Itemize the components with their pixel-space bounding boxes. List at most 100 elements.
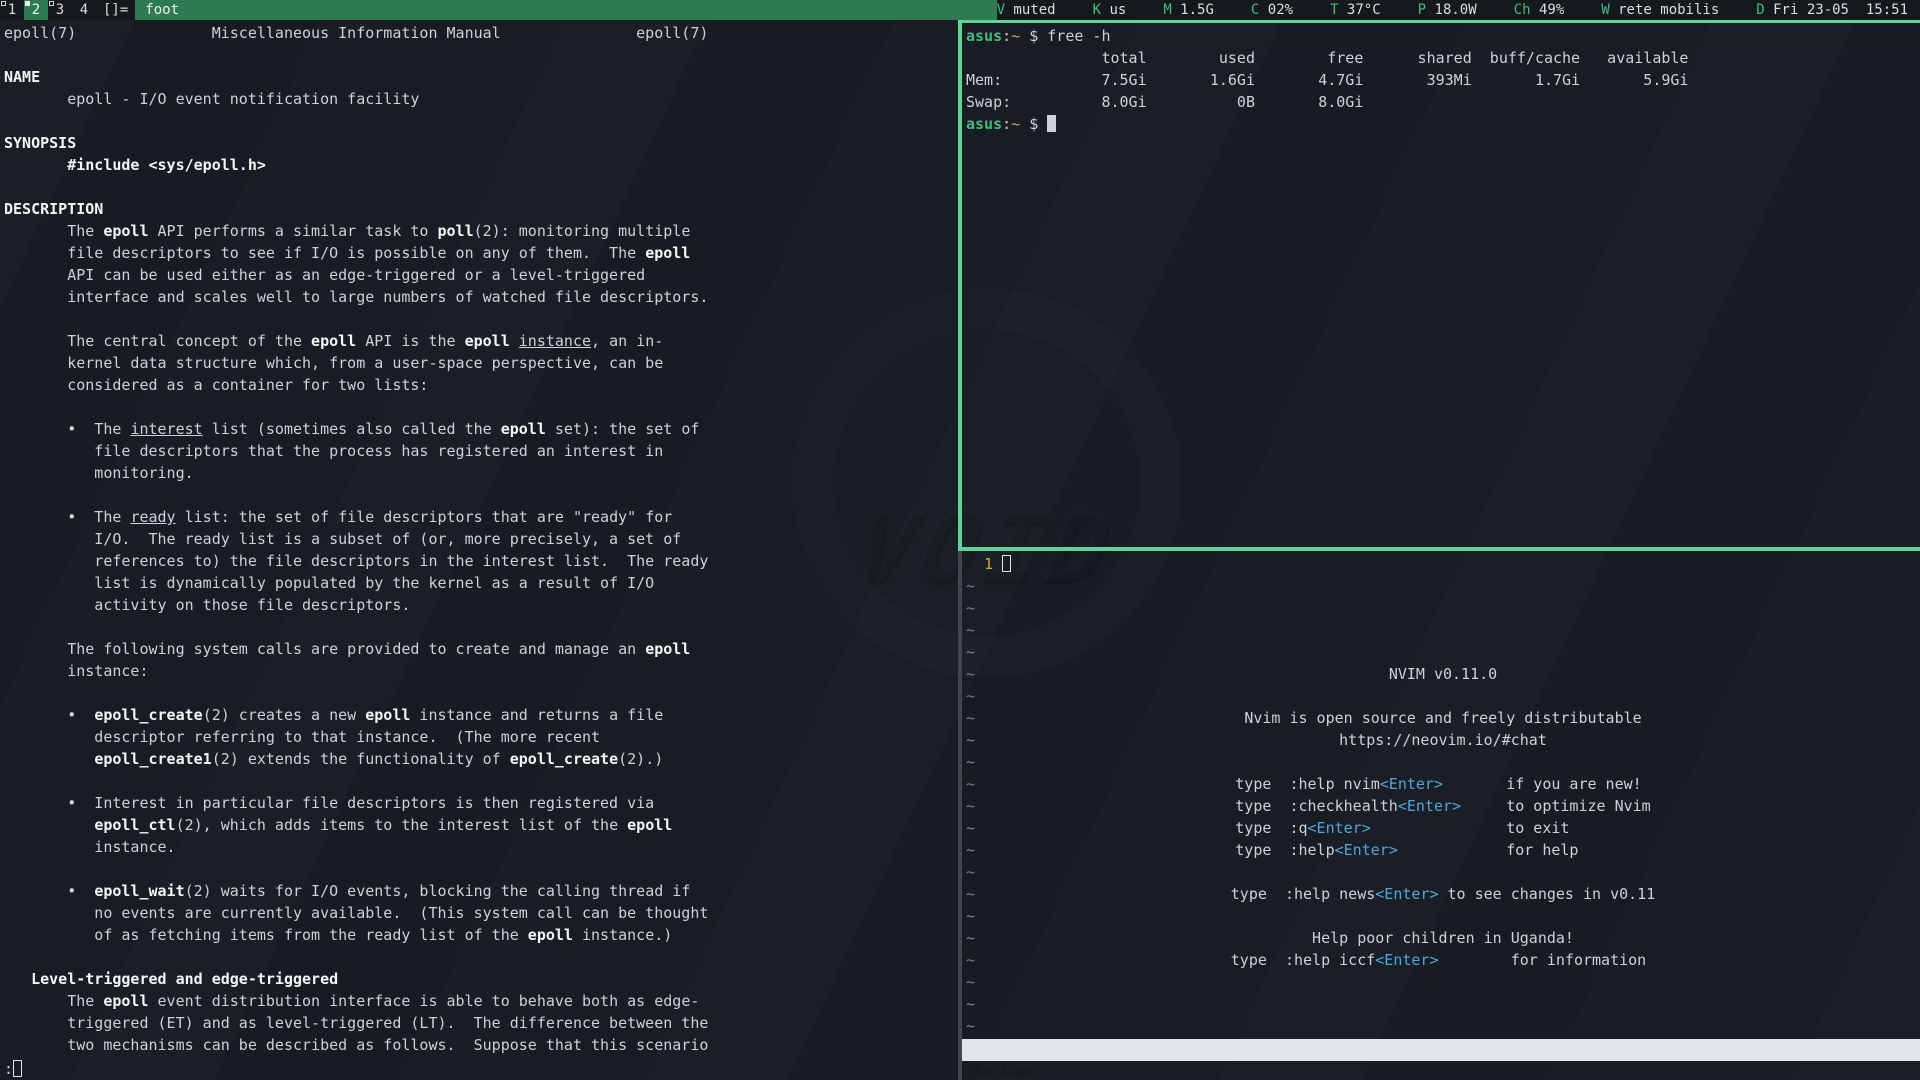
status-item-v: V muted [997,0,1056,20]
tag-client-indicator [25,1,30,6]
man-line: The epoll API performs a similar task to… [4,220,958,242]
unfocused-cursor [13,1060,22,1077]
nvim-intro-line: Nvim is open source and freely distribut… [1244,707,1641,729]
man-line [4,176,958,198]
nvim-row: ~ [966,1015,1920,1037]
man-line: Level-triggered and edge-triggered [4,968,958,990]
nvim-row: ~ [966,861,1920,883]
man-line: list is dynamically populated by the ker… [4,572,958,594]
nvim-intro-line: type :help<Enter> for help [1235,839,1650,861]
man-line [4,396,958,418]
terminal-window-man-epoll[interactable]: epoll(7) Miscellaneous Information Manua… [0,20,958,1080]
nvim-row: ~type :checkhealth<Enter> to optimize Nv… [966,795,1920,817]
nvim-row: ~ [966,751,1920,773]
tag-4[interactable]: 4 [72,0,96,20]
man-line: SYNOPSIS [4,132,958,154]
nvim-row: ~https://neovim.io/#chat [966,729,1920,751]
man-line: The central concept of the epoll API is … [4,330,958,352]
terminal-line: asus:~ $ free -h [966,25,1920,47]
man-line: considered as a container for two lists: [4,374,958,396]
man-line: • Interest in particular file descriptor… [4,792,958,814]
man-line: kernel data structure which, from a user… [4,352,958,374]
terminal-line: total used free shared buff/cache availa… [966,47,1920,69]
man-line: epoll_ctl(2), which adds items to the in… [4,814,958,836]
terminal-line: Mem: 7.5Gi 1.6Gi 4.7Gi 393Mi 1.7Gi 5.9Gi [966,69,1920,91]
tag-client-indicator [49,1,54,6]
man-line: DESCRIPTION [4,198,958,220]
nvim-row: ~ [966,685,1920,707]
workspace-tags: 1234 [0,0,96,20]
man-line: triggered (ET) and as level-triggered (L… [4,1012,958,1034]
tag-1[interactable]: 1 [0,0,24,20]
pager-prompt-line: : [4,1058,22,1080]
wm-status-bar: 1234 []= foot V muted K us M 1.5G C 02% T 37… [0,0,1920,20]
neovim-window[interactable]: 1 ~~~~~NVIM v0.11.0~~Nvim is open source… [962,551,1920,1080]
man-line: • The interest list (sometimes also call… [4,418,958,440]
terminal-line: Swap: 8.0Gi 0B 8.0Gi [966,91,1920,113]
focused-cursor [1047,115,1056,132]
tag-client-indicator [1,1,6,6]
nvim-row: ~type :help nvim<Enter> if you are new! [966,773,1920,795]
tag-3[interactable]: 3 [48,0,72,20]
nvim-intro-line: type :help iccf<Enter> for information [1231,949,1655,971]
man-line: • The ready list: the set of file descri… [4,506,958,528]
nvim-intro-line: type :q<Enter> to exit [1235,817,1650,839]
status-item-d: D Fri 23-05 15:51 [1756,0,1908,20]
shell-output: asus:~ $ free -h total used free shared … [966,25,1920,135]
man-line [4,946,958,968]
man-line: • epoll_wait(2) waits for I/O events, bl… [4,880,958,902]
focused-border-left [958,20,962,551]
nvim-row: 1 [966,553,1920,575]
nvim-row: ~ [966,641,1920,663]
nvim-intro-line: NVIM v0.11.0 [1389,663,1497,685]
man-line [4,308,958,330]
man-line: file descriptors to see if I/O is possib… [4,242,958,264]
focused-border-bottom [958,547,1920,551]
man-line: instance. [4,836,958,858]
status-item-ch: Ch 49% [1514,0,1565,20]
man-line [4,44,958,66]
man-line: instance: [4,660,958,682]
man-line: The following system calls are provided … [4,638,958,660]
focused-window-title: foot [135,0,997,20]
man-line: two mechanisms can be described as follo… [4,1034,958,1056]
man-line: epoll_create1(2) extends the functionali… [4,748,958,770]
status-item-m: M 1.5G [1163,0,1214,20]
nvim-intro-line: type :help news<Enter> to see changes in… [1231,883,1655,905]
nvim-row: ~ [966,971,1920,993]
status-item-t: T 37°C [1330,0,1381,20]
man-line: of as fetching items from the ready list… [4,924,958,946]
unfocused-border [958,551,962,1080]
nvim-row: ~Nvim is open source and freely distribu… [966,707,1920,729]
man-page-text: epoll(7) Miscellaneous Information Manua… [4,22,958,1056]
man-line [4,484,958,506]
nvim-statusline: [No Name] 0,0-1 All [962,1039,1920,1061]
man-line: epoll - I/O event notification facility [4,88,958,110]
nvim-row: ~ [966,619,1920,641]
nvim-row: ~type :help iccf<Enter> for information [966,949,1920,971]
status-item-w: W rete mobilis [1601,0,1719,20]
nvim-intro-line: type :checkhealth<Enter> to optimize Nvi… [1235,795,1650,817]
nvim-row: ~type :help news<Enter> to see changes i… [966,883,1920,905]
status-item-p: P 18.0W [1418,0,1477,20]
nvim-row: ~NVIM v0.11.0 [966,663,1920,685]
status-item-c: C 02% [1251,0,1293,20]
nvim-intro-line: type :help nvim<Enter> if you are new! [1235,773,1650,795]
man-line: #include <sys/epoll.h> [4,154,958,176]
system-status: V muted K us M 1.5G C 02% T 37°C P 18.0W Ch 49… [997,0,1920,20]
nvim-unfocused-cursor [1002,555,1011,572]
man-line [4,770,958,792]
man-line: interface and scales well to large numbe… [4,286,958,308]
nvim-intro-line: Help poor children in Uganda! [1312,927,1574,949]
man-line: monitoring. [4,462,958,484]
status-item-k: K us [1093,0,1127,20]
layout-indicator[interactable]: []= [96,0,135,20]
man-line: I/O. The ready list is a subset of (or, … [4,528,958,550]
man-line: descriptor referring to that instance. (… [4,726,958,748]
man-line: activity on those file descriptors. [4,594,958,616]
nvim-row: ~ [966,905,1920,927]
terminal-window-shell[interactable]: asus:~ $ free -h total used free shared … [962,23,1920,547]
tag-2[interactable]: 2 [24,0,48,20]
pager-prompt: : [4,1060,13,1078]
nvim-row: ~type :q<Enter> to exit [966,817,1920,839]
